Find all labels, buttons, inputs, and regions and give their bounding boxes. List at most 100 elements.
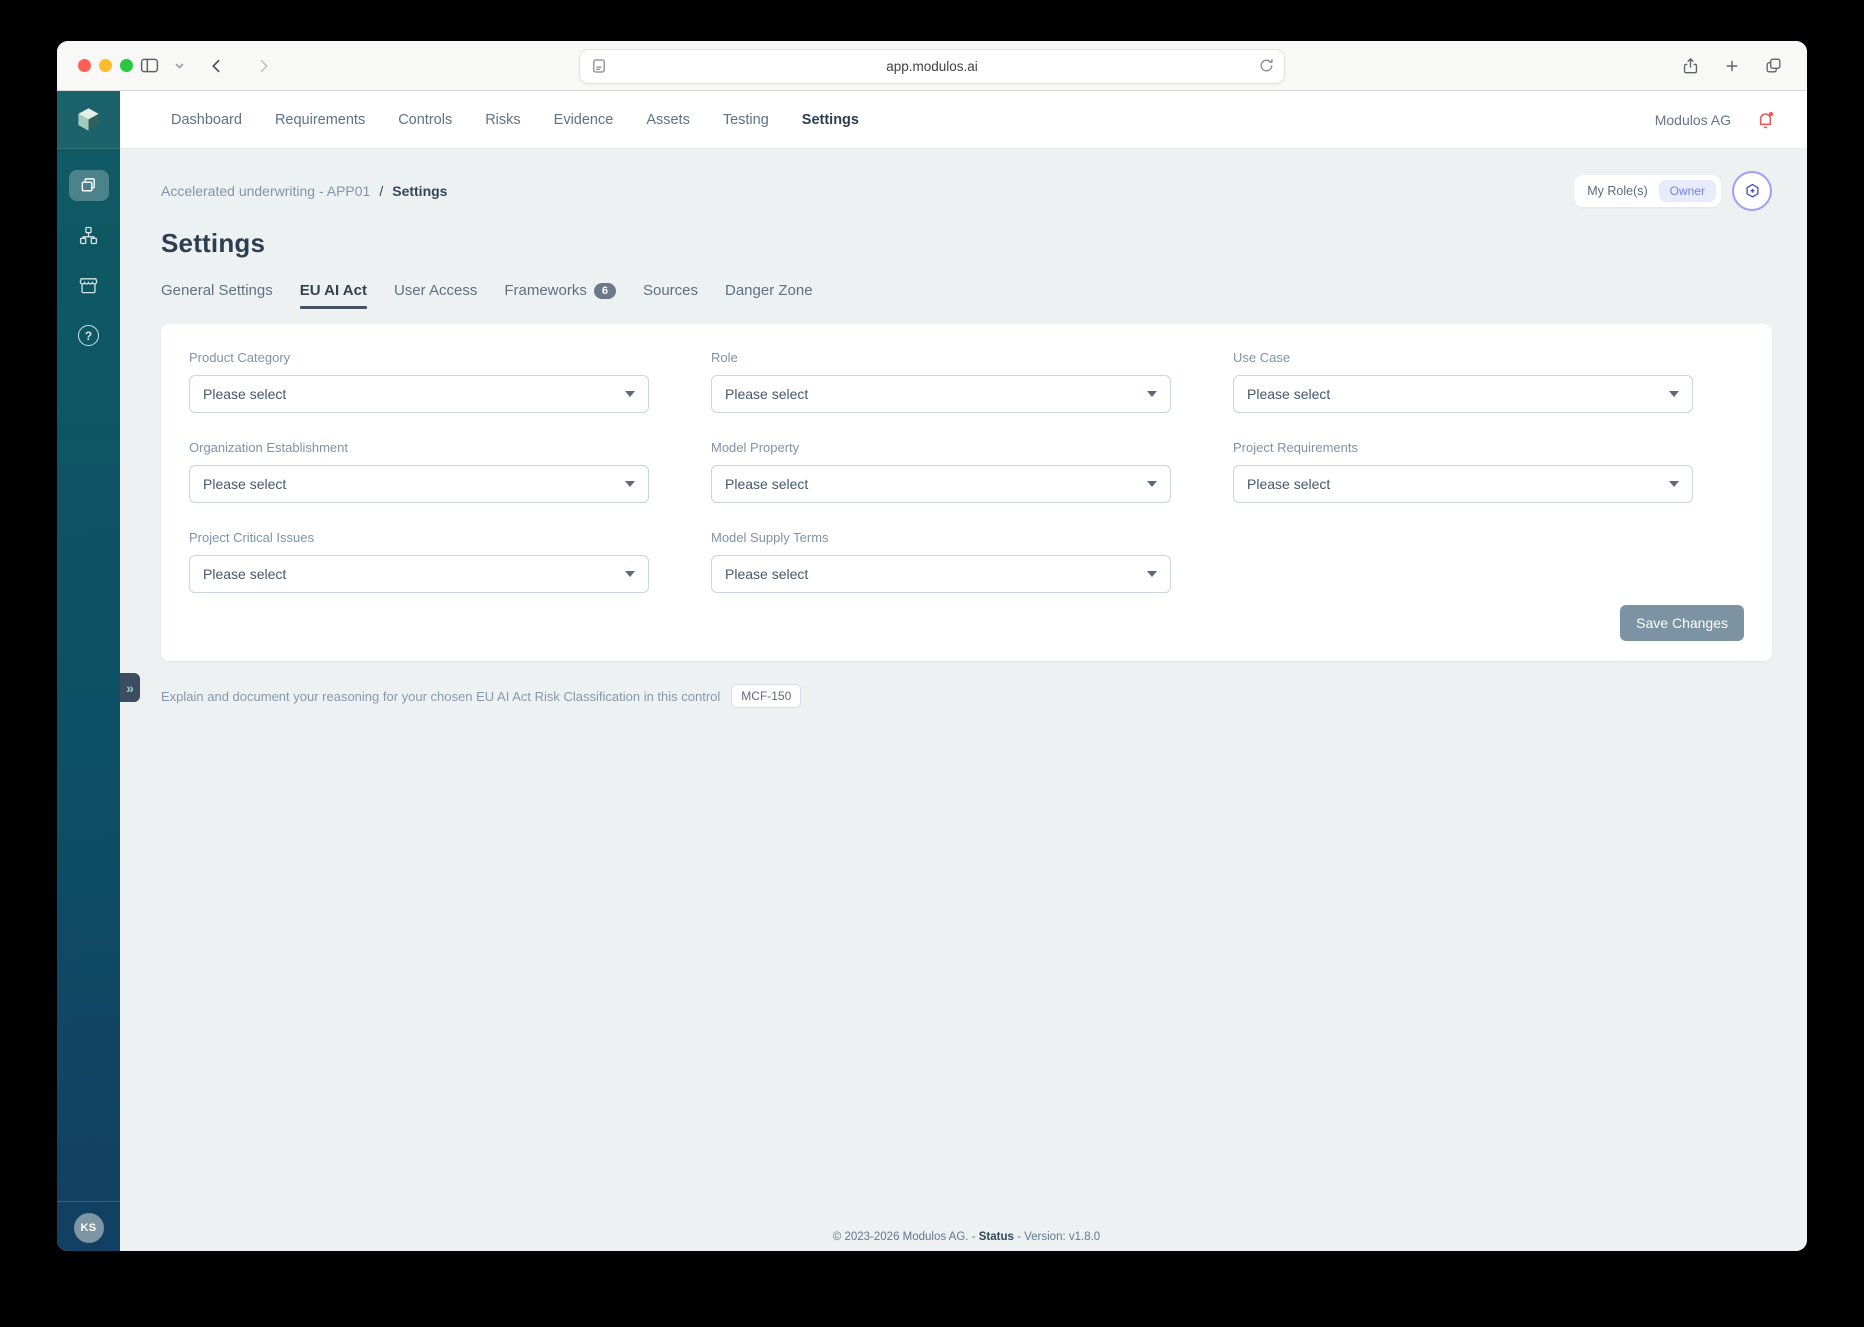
chevron-down-icon[interactable] bbox=[174, 60, 185, 71]
select-caret-icon bbox=[1147, 481, 1157, 487]
control-note-text: Explain and document your reasoning for … bbox=[161, 688, 721, 704]
frameworks-count-badge: 6 bbox=[593, 282, 616, 299]
field-project-critical-issues: Project Critical Issues Please select bbox=[189, 530, 649, 593]
nav-controls[interactable]: Controls bbox=[398, 112, 452, 128]
nav-testing[interactable]: Testing bbox=[723, 112, 769, 128]
field-model-property: Model Property Please select bbox=[711, 440, 1171, 503]
select-value: Please select bbox=[203, 566, 287, 582]
back-icon[interactable] bbox=[207, 56, 227, 76]
browser-window: app.modulos.ai ? KS » Dashboard Requirem… bbox=[57, 41, 1807, 1251]
page-title: Settings bbox=[161, 228, 266, 258]
new-tab-icon[interactable] bbox=[1723, 57, 1741, 75]
project-critical-issues-select[interactable]: Please select bbox=[189, 555, 649, 593]
select-caret-icon bbox=[1147, 391, 1157, 397]
select-value: Please select bbox=[1247, 386, 1331, 402]
notification-bell-icon[interactable] bbox=[1755, 109, 1776, 130]
zoom-button[interactable] bbox=[120, 59, 133, 72]
expand-chevrons-icon: » bbox=[126, 679, 134, 696]
sidebar-footer: KS bbox=[57, 1201, 120, 1251]
traffic-lights bbox=[78, 41, 133, 90]
project-requirements-select[interactable]: Please select bbox=[1233, 465, 1693, 503]
field-label: Role bbox=[711, 350, 738, 365]
app-shell: ? KS » Dashboard Requirements Controls R… bbox=[57, 91, 1807, 1251]
breadcrumb-parent[interactable]: Accelerated underwriting - APP01 bbox=[161, 183, 370, 199]
minimize-button[interactable] bbox=[99, 59, 112, 72]
footer-version: - Version: v1.8.0 bbox=[1017, 1231, 1101, 1243]
model-property-select[interactable]: Please select bbox=[711, 465, 1171, 503]
model-supply-terms-select[interactable]: Please select bbox=[711, 555, 1171, 593]
select-value: Please select bbox=[725, 386, 809, 402]
top-nav: Dashboard Requirements Controls Risks Ev… bbox=[120, 91, 1807, 149]
product-category-select[interactable]: Please select bbox=[189, 375, 649, 413]
forward-icon[interactable] bbox=[253, 56, 273, 76]
settings-tabs: General Settings EU AI Act User Access F… bbox=[161, 282, 1772, 309]
tab-eu-ai-act[interactable]: EU AI Act bbox=[299, 282, 368, 309]
address-bar[interactable]: app.modulos.ai bbox=[579, 49, 1285, 84]
role-select[interactable]: Please select bbox=[711, 375, 1171, 413]
nav-requirements[interactable]: Requirements bbox=[275, 112, 365, 128]
role-badge: Owner bbox=[1658, 180, 1716, 202]
save-changes-button[interactable]: Save Changes bbox=[1620, 605, 1744, 641]
breadcrumb-separator: / bbox=[379, 183, 384, 199]
marketplace-icon bbox=[79, 278, 98, 294]
tab-sources[interactable]: Sources bbox=[643, 282, 698, 309]
share-icon[interactable] bbox=[1681, 56, 1700, 76]
app-sidebar: ? KS bbox=[57, 91, 120, 1251]
use-case-select[interactable]: Please select bbox=[1233, 375, 1693, 413]
select-value: Please select bbox=[203, 386, 287, 402]
select-value: Please select bbox=[725, 476, 809, 492]
field-label: Model Supply Terms bbox=[711, 530, 829, 545]
field-label: Use Case bbox=[1233, 350, 1291, 365]
assistant-button[interactable] bbox=[1732, 171, 1772, 211]
select-value: Please select bbox=[203, 476, 287, 492]
desktop: app.modulos.ai ? KS » Dashboard Requirem… bbox=[0, 0, 1864, 1327]
tab-general-settings[interactable]: General Settings bbox=[161, 282, 273, 309]
nav-settings[interactable]: Settings bbox=[802, 112, 859, 128]
tab-danger-zone[interactable]: Danger Zone bbox=[725, 282, 813, 309]
logo bbox=[57, 91, 120, 149]
sidebar-item-help[interactable]: ? bbox=[69, 320, 109, 351]
assistant-hexagon-icon bbox=[1745, 183, 1759, 198]
nav-assets[interactable]: Assets bbox=[646, 112, 690, 128]
browser-toolbar: app.modulos.ai bbox=[57, 41, 1807, 91]
field-organization-establishment: Organization Establishment Please select bbox=[189, 440, 649, 503]
select-caret-icon bbox=[625, 571, 635, 577]
field-label: Model Property bbox=[711, 440, 800, 455]
select-caret-icon bbox=[1669, 481, 1679, 487]
sidebar-toggle-icon[interactable] bbox=[139, 55, 160, 76]
nav-risks[interactable]: Risks bbox=[485, 112, 520, 128]
footer-copyright: © 2023-2026 Modulos AG. - bbox=[832, 1231, 976, 1243]
help-icon: ? bbox=[78, 325, 99, 346]
breadcrumb: Accelerated underwriting - APP01 / Setti… bbox=[161, 183, 447, 199]
avatar[interactable]: KS bbox=[73, 1213, 104, 1243]
control-note: Explain and document your reasoning for … bbox=[161, 684, 1772, 708]
nav-evidence[interactable]: Evidence bbox=[554, 112, 614, 128]
select-caret-icon bbox=[1147, 571, 1157, 577]
hierarchy-icon bbox=[79, 226, 98, 245]
field-model-supply-terms: Model Supply Terms Please select bbox=[711, 530, 1171, 593]
field-use-case: Use Case Please select bbox=[1233, 350, 1693, 413]
footer: © 2023-2026 Modulos AG. - Status - Versi… bbox=[161, 1221, 1772, 1251]
sidebar-item-marketplace[interactable] bbox=[69, 270, 109, 301]
organization-establishment-select[interactable]: Please select bbox=[189, 465, 649, 503]
control-id-badge[interactable]: MCF-150 bbox=[731, 684, 802, 708]
sidebar-expand-button[interactable]: » bbox=[120, 673, 140, 702]
tab-frameworks[interactable]: Frameworks 6 bbox=[504, 282, 616, 309]
tab-overview-icon[interactable] bbox=[1764, 56, 1783, 75]
select-value: Please select bbox=[1247, 476, 1331, 492]
sidebar-item-hierarchy[interactable] bbox=[69, 220, 109, 251]
footer-status-link[interactable]: Status bbox=[979, 1231, 1014, 1243]
page-icon[interactable] bbox=[590, 57, 608, 75]
field-label: Project Requirements bbox=[1233, 440, 1358, 455]
sidebar-item-projects[interactable] bbox=[68, 170, 109, 201]
nav-dashboard[interactable]: Dashboard bbox=[171, 112, 242, 128]
reload-icon[interactable] bbox=[1258, 57, 1275, 74]
select-value: Please select bbox=[725, 566, 809, 582]
tab-user-access[interactable]: User Access bbox=[394, 282, 477, 309]
field-label: Project Critical Issues bbox=[189, 530, 314, 545]
field-label: Product Category bbox=[189, 350, 291, 365]
cube-logo-icon bbox=[78, 108, 99, 131]
main-area: Dashboard Requirements Controls Risks Ev… bbox=[120, 91, 1807, 1251]
select-caret-icon bbox=[625, 391, 635, 397]
close-button[interactable] bbox=[78, 59, 91, 72]
